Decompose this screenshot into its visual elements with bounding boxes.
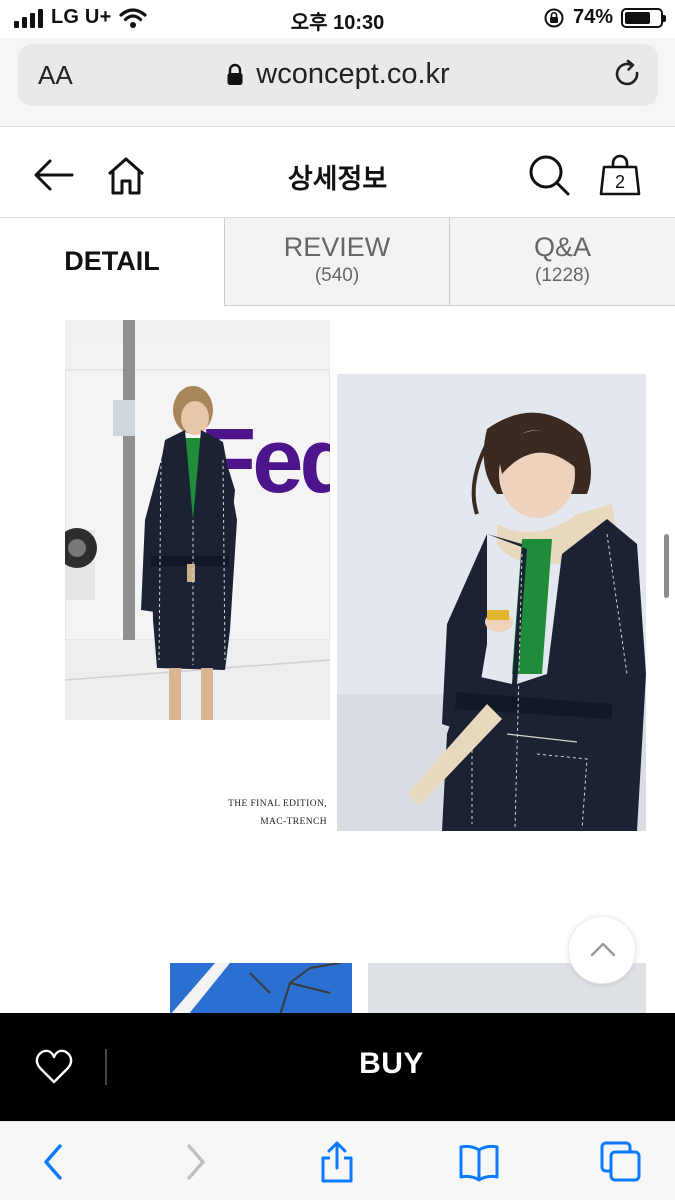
buy-bar-divider xyxy=(105,1049,107,1085)
product-photo-left: Fed xyxy=(65,320,330,720)
browser-toolbar xyxy=(0,1121,675,1200)
tab-qa[interactable]: Q&A (1228) xyxy=(449,218,675,306)
tabs-icon[interactable] xyxy=(599,1140,643,1184)
reload-icon[interactable] xyxy=(612,58,644,90)
browser-address-area: AA wconcept.co.kr xyxy=(0,38,675,126)
address-bar[interactable]: AA wconcept.co.kr xyxy=(18,44,658,106)
status-bar: LG U+ 오후 10:30 74% xyxy=(0,0,675,38)
tab-review-count: (540) xyxy=(314,265,360,286)
photo-caption: THE FINAL EDITION, MAC-TRENCH xyxy=(212,795,327,831)
bookmarks-icon[interactable] xyxy=(457,1140,501,1184)
tab-detail-label: DETAIL xyxy=(64,246,160,276)
battery-icon xyxy=(621,7,666,28)
cart-count: 2 xyxy=(615,172,625,192)
screen: LG U+ 오후 10:30 74% AA wconcept.co.kr 상세정… xyxy=(0,0,675,1200)
tab-qa-count: (1228) xyxy=(535,265,590,286)
share-icon[interactable] xyxy=(315,1140,359,1184)
chevron-up-icon xyxy=(590,942,616,957)
top-navigation: 상세정보 2 xyxy=(0,126,675,218)
page-title: 상세정보 xyxy=(287,164,388,194)
tab-review-label: REVIEW xyxy=(283,232,391,262)
battery-percent: 74% xyxy=(572,6,613,28)
back-icon[interactable] xyxy=(32,1140,76,1184)
tab-review[interactable]: REVIEW (540) xyxy=(224,218,449,306)
tab-qa-label: Q&A xyxy=(533,232,592,262)
purchase-bar: BUY xyxy=(0,1013,675,1121)
orientation-lock-icon xyxy=(544,8,564,27)
buy-button[interactable]: BUY xyxy=(108,1047,675,1081)
detail-tabs: DETAIL REVIEW (540) Q&A (1228) xyxy=(0,218,675,306)
battery-fill xyxy=(625,11,651,24)
scroll-to-top-button[interactable] xyxy=(568,916,636,984)
url-text[interactable]: wconcept.co.kr xyxy=(256,58,449,91)
search-icon[interactable] xyxy=(527,153,571,197)
tab-detail[interactable]: DETAIL xyxy=(0,218,224,306)
forward-icon[interactable] xyxy=(173,1140,217,1184)
caption-line-2: MAC-TRENCH xyxy=(260,817,327,827)
lock-icon xyxy=(227,63,243,85)
product-photo-right xyxy=(337,374,646,831)
heart-icon[interactable] xyxy=(34,1047,74,1087)
caption-line-1: THE FINAL EDITION, xyxy=(228,799,327,809)
shopping-bag-icon[interactable]: 2 xyxy=(598,153,642,197)
scroll-indicator[interactable] xyxy=(664,534,669,598)
product-photo-bottom-left xyxy=(170,963,352,1015)
